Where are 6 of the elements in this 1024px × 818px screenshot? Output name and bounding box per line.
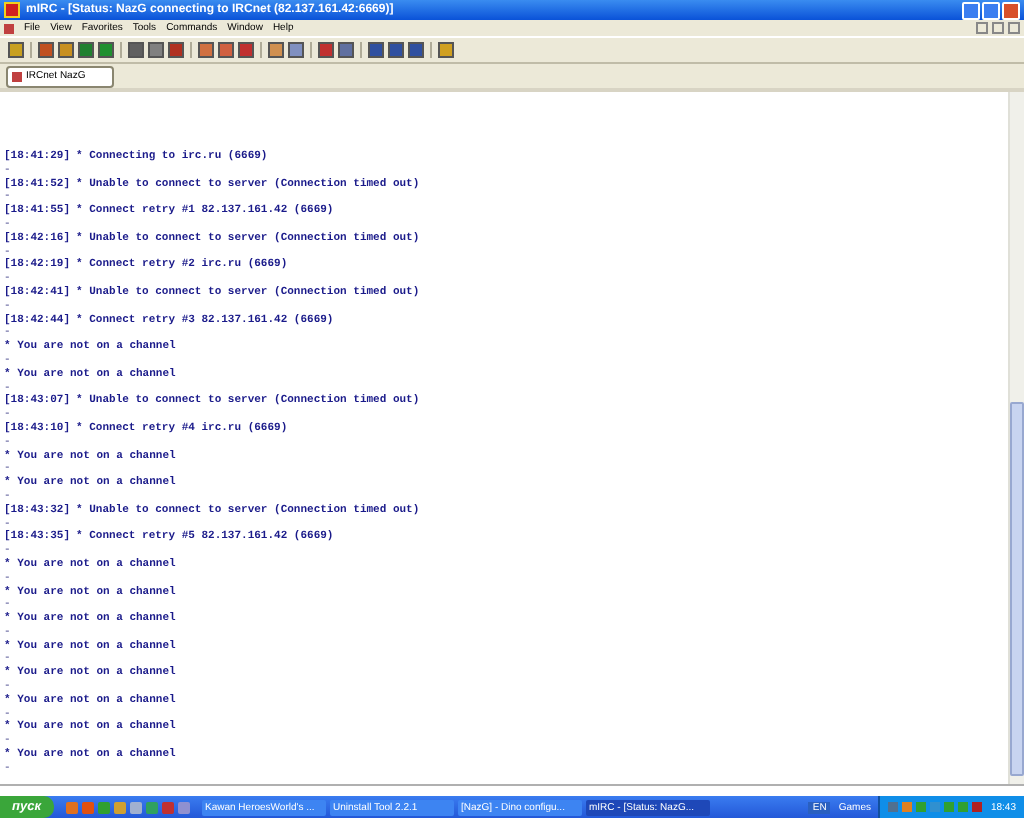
app-icon bbox=[4, 2, 20, 18]
window-icon bbox=[4, 23, 14, 33]
input-field[interactable] bbox=[0, 784, 1024, 796]
scrollbar[interactable] bbox=[1008, 92, 1024, 784]
scrollbar-thumb[interactable] bbox=[1010, 402, 1024, 776]
window-icon bbox=[12, 71, 22, 81]
